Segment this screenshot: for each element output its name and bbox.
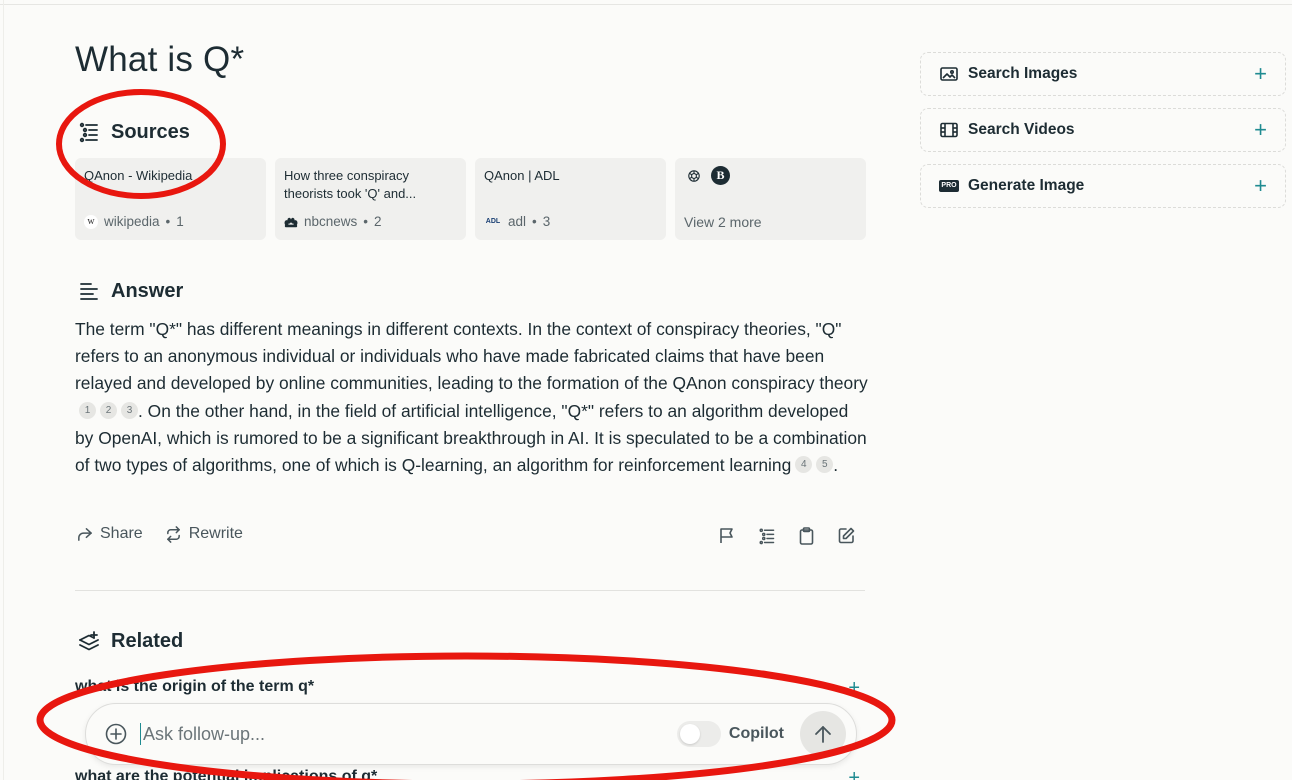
source-card[interactable]: How three conspiracy theorists took 'Q' …	[275, 158, 466, 240]
share-label: Share	[100, 525, 143, 542]
more-source-icons: B	[684, 166, 857, 185]
share-icon	[78, 527, 92, 541]
answer-paragraph-part: The term "Q*" has different meanings in …	[75, 319, 868, 394]
source-card-meta: w wikipedia • 1	[84, 214, 184, 229]
arrow-up-icon	[815, 726, 831, 743]
share-button[interactable]: Share	[76, 525, 143, 543]
search-videos-label: Search Videos	[968, 121, 1075, 138]
source-card[interactable]: QAnon | ADL ADL adl • 3	[475, 158, 666, 240]
search-images-button[interactable]: Search Images +	[920, 52, 1286, 96]
submit-button[interactable]	[800, 711, 846, 757]
source-card-domain: wikipedia	[104, 214, 160, 229]
source-card-title: QAnon - Wikipedia	[84, 168, 193, 183]
citation-badge[interactable]: 2	[100, 401, 117, 419]
source-card-meta: nbcnews • 2	[284, 214, 382, 229]
search-images-label: Search Images	[968, 65, 1078, 82]
answer-actions: Share Rewrite	[76, 525, 243, 543]
sources-list-icon	[77, 120, 101, 144]
citation-badge[interactable]: 4	[795, 456, 813, 474]
source-card-index: 1	[176, 214, 184, 229]
film-icon	[939, 120, 959, 140]
top-divider	[0, 4, 1292, 5]
answer-text: The term "Q*" has different meanings in …	[75, 316, 870, 479]
citation-badge[interactable]: 1	[79, 401, 96, 419]
page-title: What is Q*	[75, 40, 245, 79]
sources-heading: Sources	[77, 120, 190, 144]
answer-paragraph-part: . On the other hand, in the field of art…	[75, 400, 867, 476]
follow-up-bar: Copilot	[85, 703, 857, 765]
b-source-icon: B	[711, 166, 730, 185]
toggle-knob	[679, 724, 700, 744]
search-videos-button[interactable]: Search Videos +	[920, 108, 1286, 152]
sources-heading-label: Sources	[111, 120, 190, 143]
answer-paragraph-part: .	[833, 455, 839, 476]
rewrite-icon	[166, 525, 180, 543]
edit-icon[interactable]	[837, 526, 856, 545]
source-card-title: How three conspiracy theorists took 'Q' …	[284, 168, 417, 201]
adl-favicon-icon: ADL	[485, 218, 501, 225]
pro-badge-icon: PRO	[939, 176, 959, 196]
related-question[interactable]: what is the origin of the term q* +	[75, 677, 865, 699]
rewrite-button[interactable]: Rewrite	[165, 525, 243, 543]
answer-heading: Answer	[77, 279, 183, 303]
openai-icon	[684, 166, 703, 185]
related-question-text: what is the origin of the term q*	[75, 678, 315, 695]
plus-icon: +	[1254, 61, 1267, 86]
answer-lines-icon	[77, 279, 101, 303]
copilot-label: Copilot	[728, 725, 784, 742]
source-card[interactable]: QAnon - Wikipedia w wikipedia • 1	[75, 158, 266, 240]
follow-up-input[interactable]	[140, 723, 677, 745]
source-card-index: 3	[542, 214, 551, 229]
answer-heading-label: Answer	[111, 279, 184, 302]
source-card-index: 2	[374, 214, 382, 229]
copy-clipboard-icon[interactable]	[797, 526, 816, 545]
source-card-domain: nbcnews	[304, 214, 358, 229]
nbc-peacock-icon	[284, 215, 298, 229]
related-stack-icon	[77, 629, 101, 653]
generate-image-button[interactable]: PRO Generate Image +	[920, 164, 1286, 208]
citation-badge[interactable]: 5	[816, 456, 834, 474]
image-icon	[939, 64, 959, 84]
generate-image-label: Generate Image	[968, 177, 1085, 194]
plus-icon: +	[848, 767, 860, 780]
related-heading-label: Related	[111, 629, 184, 652]
source-card-domain: adl	[508, 214, 527, 229]
plus-icon: +	[1254, 117, 1267, 142]
flag-icon[interactable]	[717, 526, 736, 545]
plus-icon: +	[848, 677, 860, 699]
view-more-sources-card[interactable]: B View 2 more	[675, 158, 866, 240]
view-more-label: View 2 more	[684, 214, 762, 230]
related-heading: Related	[77, 629, 183, 653]
rewrite-label: Rewrite	[188, 525, 243, 542]
answer-divider	[75, 590, 865, 591]
source-card-title: QAnon | ADL	[484, 168, 560, 183]
answer-tool-icons	[717, 526, 856, 545]
sources-list-toggle-icon[interactable]	[757, 526, 776, 545]
related-question[interactable]: what are the potential implications of q…	[75, 767, 865, 780]
source-card-meta: ADL adl • 3	[485, 214, 551, 229]
copilot-toggle[interactable]	[676, 721, 721, 747]
plus-icon: +	[1254, 173, 1267, 198]
add-attachment-icon[interactable]	[104, 722, 128, 746]
wikipedia-favicon-icon: w	[84, 214, 98, 229]
related-question-text: what are the potential implications of q…	[75, 768, 378, 780]
citation-badge[interactable]: 3	[121, 401, 138, 419]
left-divider	[3, 0, 4, 780]
source-cards: QAnon - Wikipedia w wikipedia • 1 How th…	[75, 158, 866, 240]
